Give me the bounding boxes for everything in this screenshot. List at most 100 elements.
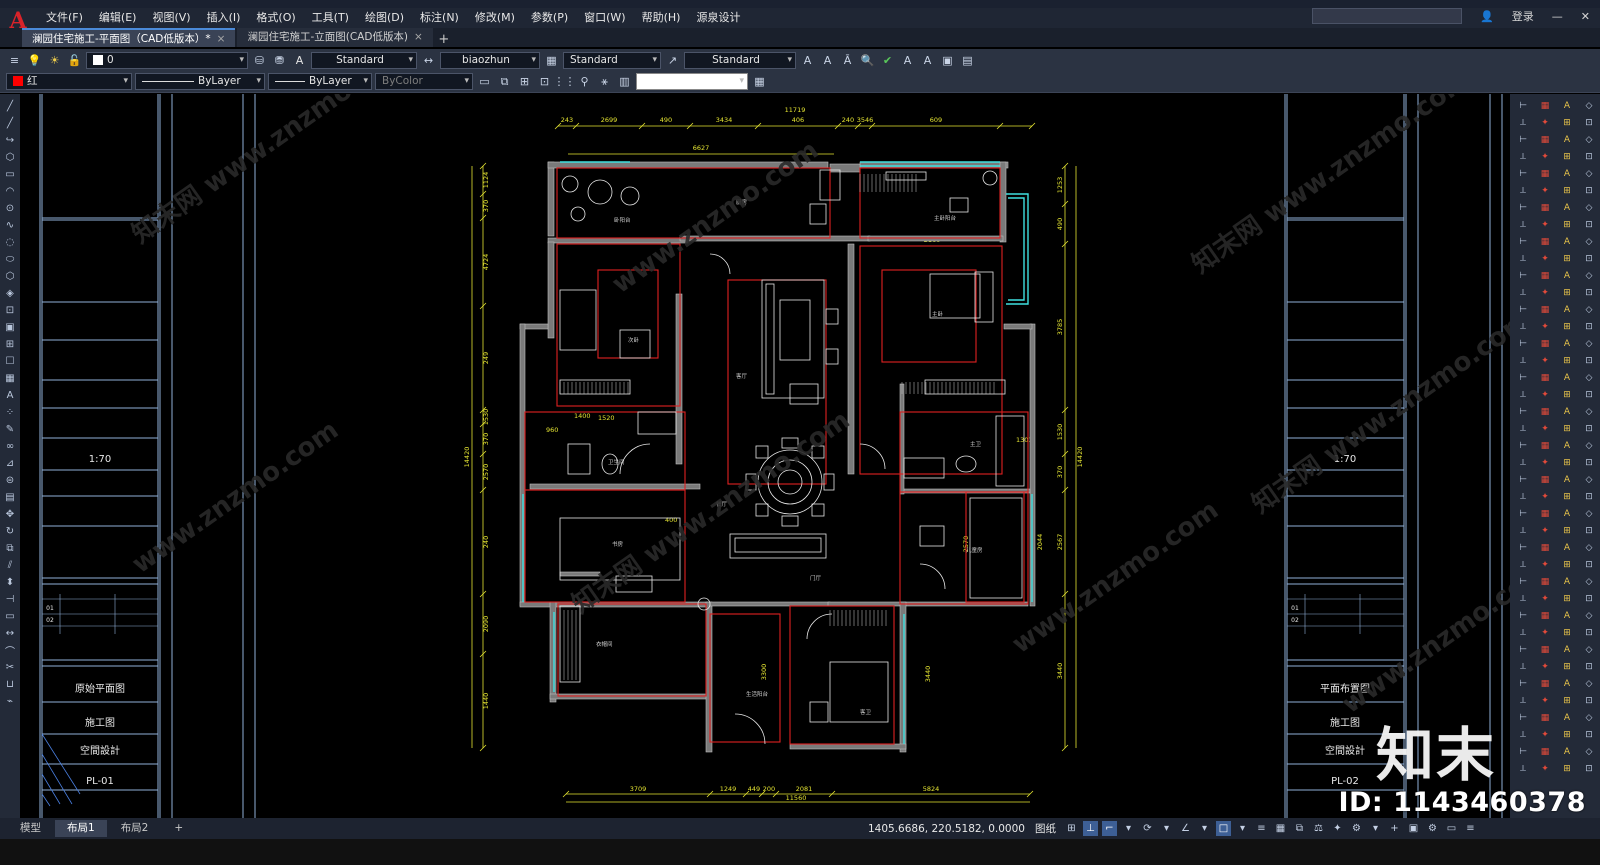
ortho-icon[interactable]: ⊥ bbox=[1082, 821, 1098, 836]
text-scale-icon[interactable]: Ā bbox=[839, 52, 856, 69]
object-track-icon[interactable]: ∠ bbox=[1178, 821, 1193, 836]
close-tab-icon[interactable]: × bbox=[217, 33, 226, 45]
modify-tool-icon-122[interactable]: A bbox=[1559, 608, 1575, 624]
modify-tool-icon-130[interactable]: A bbox=[1559, 642, 1575, 658]
modify-tool-icon-139[interactable]: ◇ bbox=[1581, 676, 1597, 692]
modify-tool-icon-77[interactable]: ✦ bbox=[1537, 421, 1553, 437]
draw-tool-icon-3[interactable]: ⬡ bbox=[2, 149, 18, 165]
modify-tool-icon-62[interactable]: ⊞ bbox=[1559, 353, 1575, 369]
modify-tool-icon-12[interactable]: ⟂ bbox=[1515, 149, 1531, 165]
osnap-dropdown-icon[interactable]: ▾ bbox=[1235, 821, 1250, 836]
mleader-style-icon[interactable]: ↗ bbox=[664, 52, 681, 69]
modify-tool-icon-19[interactable]: ◇ bbox=[1581, 166, 1597, 182]
draw-tool-icon-12[interactable]: ⊡ bbox=[2, 302, 18, 318]
draw-tool-icon-16[interactable]: ▦ bbox=[2, 370, 18, 386]
menu-item-7[interactable]: 标注(N) bbox=[412, 8, 467, 28]
multiline-text-icon[interactable]: A bbox=[819, 52, 836, 69]
modify-tool-icon-125[interactable]: ✦ bbox=[1537, 625, 1553, 641]
draw-tool-icon-32[interactable]: ⌒ bbox=[2, 642, 18, 658]
modify-tool-icon-34[interactable]: A bbox=[1559, 234, 1575, 250]
modify-tool-icon-6[interactable]: ⊞ bbox=[1559, 115, 1575, 131]
mleader-style-dropdown[interactable]: Standard bbox=[684, 51, 796, 69]
modify-tool-icon-129[interactable]: ▦ bbox=[1537, 642, 1553, 658]
draw-tool-icon-22[interactable]: ⊜ bbox=[2, 472, 18, 488]
modify-tool-icon-15[interactable]: ⊡ bbox=[1581, 149, 1597, 165]
draw-tool-icon-26[interactable]: ⧉ bbox=[2, 540, 18, 556]
modify-tool-icon-94[interactable]: ⊞ bbox=[1559, 489, 1575, 505]
modify-tool-icon-49[interactable]: ▦ bbox=[1537, 302, 1553, 318]
modify-tool-icon-71[interactable]: ⊡ bbox=[1581, 387, 1597, 403]
draw-tool-icon-30[interactable]: ▭ bbox=[2, 608, 18, 624]
draw-tool-icon-21[interactable]: ⊿ bbox=[2, 455, 18, 471]
grid-icon[interactable]: ⋮⋮ bbox=[554, 73, 576, 90]
draw-tool-icon-6[interactable]: ⊙ bbox=[2, 200, 18, 216]
menu-item-4[interactable]: 格式(O) bbox=[248, 8, 303, 28]
draw-tool-icon-19[interactable]: ✎ bbox=[2, 421, 18, 437]
modify-tool-icon-4[interactable]: ⟂ bbox=[1515, 115, 1531, 131]
zoom-window-icon[interactable]: ▭ bbox=[476, 73, 493, 90]
modify-tool-icon-29[interactable]: ✦ bbox=[1537, 217, 1553, 233]
draw-tool-icon-25[interactable]: ↻ bbox=[2, 523, 18, 539]
draw-tool-icon-14[interactable]: ⊞ bbox=[2, 336, 18, 352]
dim-style-dropdown[interactable]: biaozhun bbox=[440, 51, 540, 69]
modify-tool-icon-53[interactable]: ✦ bbox=[1537, 319, 1553, 335]
drawing-canvas[interactable]: 1:70 原始平面图 施工图 空間設計 PL-01 01 02 1:70 平面布… bbox=[20, 94, 1510, 818]
text-edit-icon[interactable]: A bbox=[799, 52, 816, 69]
layer-freeze-icon[interactable]: ☀ bbox=[46, 52, 63, 69]
modify-tool-icon-123[interactable]: ◇ bbox=[1581, 608, 1597, 624]
draw-tool-icon-10[interactable]: ⬡ bbox=[2, 268, 18, 284]
close-tab-icon[interactable]: × bbox=[414, 31, 423, 43]
minimize-icon[interactable]: — bbox=[1552, 10, 1563, 23]
modify-tool-icon-115[interactable]: ◇ bbox=[1581, 574, 1597, 590]
layer-manager-icon[interactable]: ≡ bbox=[6, 52, 23, 69]
modify-tool-icon-134[interactable]: ⊞ bbox=[1559, 659, 1575, 675]
draw-tool-icon-31[interactable]: ↔ bbox=[2, 625, 18, 641]
modify-tool-icon-121[interactable]: ▦ bbox=[1537, 608, 1553, 624]
modify-tool-icon-58[interactable]: A bbox=[1559, 336, 1575, 352]
modify-tool-icon-23[interactable]: ⊡ bbox=[1581, 183, 1597, 199]
menu-item-9[interactable]: 参数(P) bbox=[523, 8, 576, 28]
isodraft-icon[interactable]: ⟳ bbox=[1140, 821, 1155, 836]
zoom-realtime-icon[interactable]: ⊡ bbox=[536, 73, 553, 90]
modify-tool-icon-35[interactable]: ◇ bbox=[1581, 234, 1597, 250]
modify-tool-icon-40[interactable]: ⊢ bbox=[1515, 268, 1531, 284]
modify-tool-icon-21[interactable]: ✦ bbox=[1537, 183, 1553, 199]
modify-tool-icon-141[interactable]: ✦ bbox=[1537, 693, 1553, 709]
text-frame-icon[interactable]: ▣ bbox=[939, 52, 956, 69]
polar-dropdown-icon[interactable]: ▾ bbox=[1121, 821, 1136, 836]
modify-tool-icon-117[interactable]: ✦ bbox=[1537, 591, 1553, 607]
modify-tool-icon-9[interactable]: ▦ bbox=[1537, 132, 1553, 148]
make-current-layer-icon[interactable]: ⛁ bbox=[251, 52, 268, 69]
layer-lock-icon[interactable]: 🔓 bbox=[66, 52, 83, 69]
paper-space-button[interactable]: 图纸 bbox=[1035, 821, 1056, 836]
modify-tool-icon-144[interactable]: ⊢ bbox=[1515, 710, 1531, 726]
modify-tool-icon-26[interactable]: A bbox=[1559, 200, 1575, 216]
modify-tool-icon-55[interactable]: ⊡ bbox=[1581, 319, 1597, 335]
modify-tool-icon-38[interactable]: ⊞ bbox=[1559, 251, 1575, 267]
modify-tool-icon-25[interactable]: ▦ bbox=[1537, 200, 1553, 216]
modify-tool-icon-27[interactable]: ◇ bbox=[1581, 200, 1597, 216]
modify-tool-icon-80[interactable]: ⊢ bbox=[1515, 438, 1531, 454]
modify-tool-icon-0[interactable]: ⊢ bbox=[1515, 98, 1531, 114]
isolate-objects-icon[interactable]: ▣ bbox=[1406, 821, 1421, 836]
draw-tool-icon-29[interactable]: ⊣ bbox=[2, 591, 18, 607]
modify-tool-icon-132[interactable]: ⟂ bbox=[1515, 659, 1531, 675]
osnap-icon[interactable]: □ bbox=[1215, 821, 1231, 836]
modify-tool-icon-52[interactable]: ⟂ bbox=[1515, 319, 1531, 335]
modify-tool-icon-156[interactable]: ⟂ bbox=[1515, 761, 1531, 777]
doc-tab-floorplan[interactable]: 澜园住宅施工-平面图（CAD低版本）* × bbox=[22, 28, 236, 47]
modify-tool-icon-135[interactable]: ⊡ bbox=[1581, 659, 1597, 675]
modify-tool-icon-101[interactable]: ✦ bbox=[1537, 523, 1553, 539]
modify-tool-icon-108[interactable]: ⟂ bbox=[1515, 557, 1531, 573]
modify-tool-icon-111[interactable]: ⊡ bbox=[1581, 557, 1597, 573]
modify-tool-icon-128[interactable]: ⊢ bbox=[1515, 642, 1531, 658]
modify-tool-icon-65[interactable]: ▦ bbox=[1537, 370, 1553, 386]
modify-tool-icon-152[interactable]: ⊢ bbox=[1515, 744, 1531, 760]
modify-tool-icon-43[interactable]: ◇ bbox=[1581, 268, 1597, 284]
modify-tool-icon-14[interactable]: ⊞ bbox=[1559, 149, 1575, 165]
zoom-previous-icon[interactable]: ⧉ bbox=[496, 73, 513, 90]
modify-tool-icon-153[interactable]: ▦ bbox=[1537, 744, 1553, 760]
draw-tool-icon-24[interactable]: ✥ bbox=[2, 506, 18, 522]
login-link[interactable]: 登录 bbox=[1512, 8, 1534, 24]
modify-tool-icon-83[interactable]: ◇ bbox=[1581, 438, 1597, 454]
